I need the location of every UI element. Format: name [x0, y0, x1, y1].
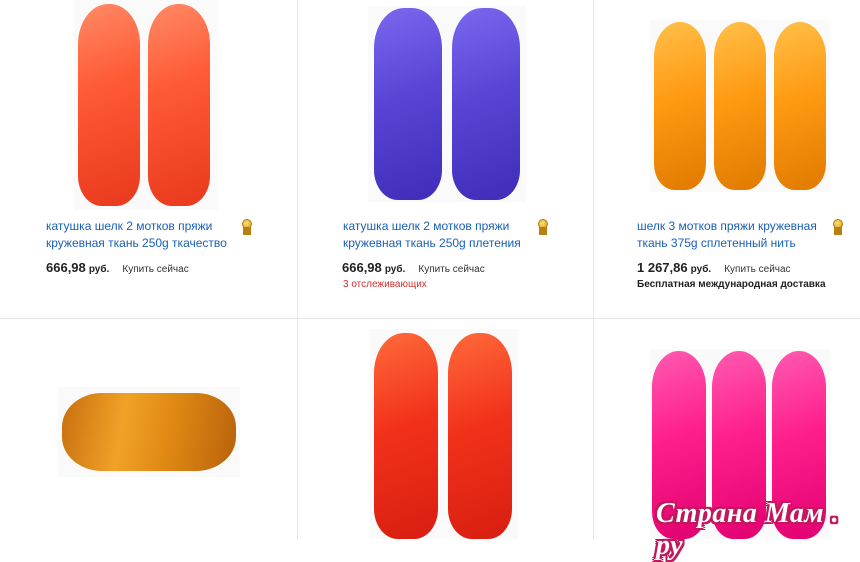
listing-card[interactable] — [0, 319, 297, 539]
price-row: 1 267,86 руб. Купить сейчас — [637, 260, 791, 275]
free-shipping-note: Бесплатная международная доставка — [637, 279, 826, 290]
price-row: 666,98 руб. Купить сейчас — [342, 260, 485, 275]
price-row: 666,98 руб. Купить сейчас — [46, 260, 189, 275]
medal-icon — [537, 219, 549, 235]
listing-card[interactable]: шелк 3 мотков пряжи кружевная ткань 375g… — [594, 0, 860, 318]
product-image[interactable] — [370, 329, 518, 539]
price: 666,98 — [342, 260, 382, 275]
yarn-skein — [654, 22, 706, 190]
site-watermark: Страна Мам . ру — [656, 498, 840, 561]
product-image[interactable] — [368, 6, 526, 202]
listing-grid: катушка шелк 2 мотков пряжи кружевная тк… — [0, 0, 860, 539]
product-image[interactable] — [74, 0, 218, 210]
currency: руб. — [384, 264, 406, 275]
yarn-skein — [448, 333, 512, 539]
listing-card[interactable]: катушка шелк 2 мотков пряжи кружевная тк… — [0, 0, 297, 318]
watchers-count: 3 отслеживающих — [343, 279, 427, 290]
price: 1 267,86 — [637, 260, 688, 275]
yarn-skein — [148, 4, 210, 206]
listing-title-link[interactable]: шелк 3 мотков пряжи кружевная ткань 375g… — [637, 218, 847, 252]
medal-icon — [241, 219, 253, 235]
listing-card[interactable]: катушка шелк 2 мотков пряжи кружевная тк… — [298, 0, 593, 318]
yarn-skein — [452, 8, 520, 200]
buy-now-link[interactable]: Купить сейчас — [122, 264, 188, 275]
listing-title-link[interactable]: катушка шелк 2 мотков пряжи кружевная тк… — [46, 218, 256, 252]
yarn-skein — [78, 4, 140, 206]
yarn-skein — [62, 393, 236, 471]
yarn-skein — [714, 22, 766, 190]
currency: руб. — [88, 264, 110, 275]
currency: руб. — [690, 264, 712, 275]
listing-title-link[interactable]: катушка шелк 2 мотков пряжи кружевная тк… — [343, 218, 553, 252]
buy-now-link[interactable]: Купить сейчас — [724, 264, 790, 275]
yarn-skein — [774, 22, 826, 190]
medal-icon — [832, 219, 844, 235]
buy-now-link[interactable]: Купить сейчас — [418, 264, 484, 275]
price: 666,98 — [46, 260, 86, 275]
yarn-skein — [374, 8, 442, 200]
product-image[interactable] — [650, 20, 830, 192]
product-image[interactable] — [58, 387, 240, 477]
yarn-skein — [374, 333, 438, 539]
listing-card[interactable] — [298, 319, 593, 539]
